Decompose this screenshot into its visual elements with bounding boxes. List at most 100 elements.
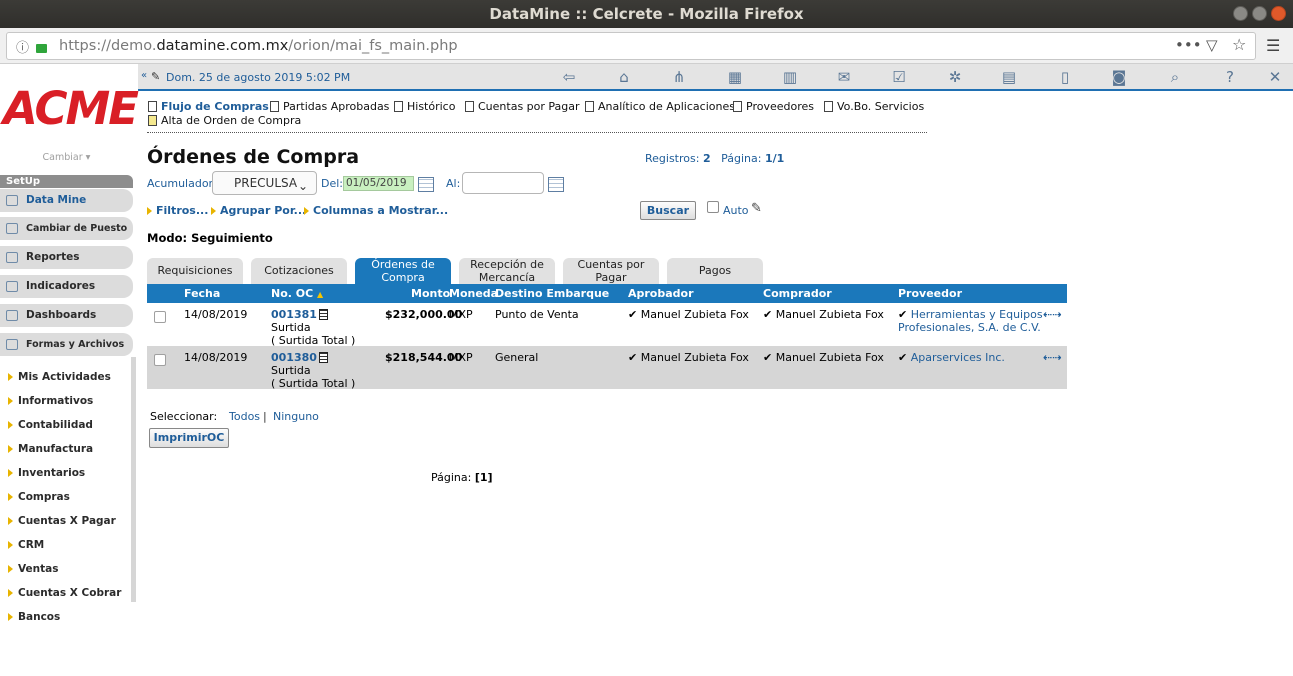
org-chart-icon[interactable]: ⋔: [670, 68, 688, 86]
proveedor-link[interactable]: Herramientas y Equipos Profesionales, S.A…: [898, 308, 1043, 334]
oc-link[interactable]: 001380: [271, 351, 317, 364]
row-checkbox[interactable]: [154, 311, 166, 323]
edit-pencil-icon[interactable]: ✎: [151, 70, 160, 83]
select-none-link[interactable]: Ninguno: [273, 410, 319, 423]
del-label: Del:: [321, 177, 343, 190]
tab-ordenes-compra[interactable]: Órdenes de Compra: [355, 258, 451, 284]
check-icon: ✔: [763, 308, 773, 321]
subnav-analitico-aplicaciones[interactable]: Analítico de Aplicaciones: [585, 100, 735, 113]
del-date-input[interactable]: 01/05/2019: [343, 176, 414, 191]
minimize-icon[interactable]: [1233, 6, 1248, 21]
subnav-historico[interactable]: Histórico: [394, 100, 455, 113]
auto-checkbox[interactable]: [707, 201, 719, 213]
move-arrows-icon[interactable]: ⇠⇢: [1043, 351, 1061, 364]
bookmark-star-icon[interactable]: ☆: [1232, 35, 1246, 54]
edit-pencil-icon[interactable]: ✎: [751, 201, 762, 216]
acumulador-select[interactable]: PRECULSA ⌄: [212, 171, 317, 195]
table-header: Fecha No. OC ▲ Monto Moneda Destino Emba…: [147, 284, 1067, 303]
checklist-icon[interactable]: ☑: [890, 68, 908, 86]
search-icon[interactable]: ⌕: [1166, 68, 1184, 86]
url-text[interactable]: https://demo.datamine.com.mx/orion/mai_f…: [59, 38, 458, 54]
sidebar-scrollbar[interactable]: [131, 357, 136, 602]
building-icon[interactable]: ▥: [781, 68, 799, 86]
menu-item-mis-actividades[interactable]: Mis Actividades: [8, 371, 111, 383]
subnav-proveedores[interactable]: Proveedores: [733, 100, 814, 113]
notes-icon[interactable]: ▯: [1056, 68, 1074, 86]
menu-item-crm[interactable]: CRM: [8, 539, 44, 551]
imprimir-oc-button[interactable]: ImprimirOC: [149, 428, 229, 448]
sidebar-button-dashboards[interactable]: Dashboards: [0, 304, 133, 327]
cell-proveedor: ✔ Herramientas y Equipos Profesionales, S…: [898, 308, 1043, 334]
menu-item-bancos[interactable]: Bancos: [8, 611, 60, 623]
url-field[interactable]: ⓘ https://demo.datamine.com.mx/orion/mai…: [6, 32, 1256, 60]
tab-cotizaciones[interactable]: Cotizaciones: [251, 258, 347, 284]
help-icon[interactable]: ?: [1221, 68, 1239, 86]
calendar-icon[interactable]: [548, 177, 564, 192]
sidebar-button-formas-archivos[interactable]: Formas y Archivos: [0, 333, 133, 356]
close-icon[interactable]: [1271, 6, 1286, 21]
pocket-icon[interactable]: ▽: [1206, 36, 1218, 54]
tab-requisiciones[interactable]: Requisiciones: [147, 258, 243, 284]
info-icon[interactable]: ⓘ: [16, 37, 29, 56]
menu-item-manufactura[interactable]: Manufactura: [8, 443, 93, 455]
select-all-link[interactable]: Todos: [229, 410, 260, 423]
column-header-proveedor[interactable]: Proveedor: [898, 287, 962, 300]
subnav-flujo-compras[interactable]: Flujo de Compras: [148, 100, 269, 113]
menu-icon[interactable]: ☰: [1266, 36, 1280, 55]
column-header-aprobador[interactable]: Aprobador: [628, 287, 694, 300]
column-header-no-oc[interactable]: No. OC ▲: [271, 287, 323, 300]
sidebar-button-indicadores[interactable]: Indicadores: [0, 275, 133, 298]
sidebar-button-reportes[interactable]: Reportes: [0, 246, 133, 269]
subnav-alta-orden-compra[interactable]: Alta de Orden de Compra: [148, 114, 301, 127]
proveedor-link[interactable]: Aparservices Inc.: [911, 351, 1005, 364]
menu-item-cuentas-x-pagar[interactable]: Cuentas X Pagar: [8, 515, 116, 527]
buscar-button[interactable]: Buscar: [640, 201, 696, 220]
menu-item-contabilidad[interactable]: Contabilidad: [8, 419, 93, 431]
menu-item-ventas[interactable]: Ventas: [8, 563, 59, 575]
settings-icon[interactable]: ✲: [946, 68, 964, 86]
maximize-icon[interactable]: [1252, 6, 1267, 21]
al-date-input[interactable]: [462, 172, 544, 194]
move-arrows-icon[interactable]: ⇠⇢: [1043, 308, 1061, 321]
subnav-partidas-aprobadas[interactable]: Partidas Aprobadas: [270, 100, 389, 113]
document-icon[interactable]: [318, 309, 328, 320]
home-icon[interactable]: ⌂: [615, 68, 633, 86]
cell-moneda: MXP: [449, 351, 473, 364]
filtros-link[interactable]: Filtros...: [147, 204, 208, 217]
column-header-comprador[interactable]: Comprador: [763, 287, 832, 300]
menu-item-inventarios[interactable]: Inventarios: [8, 467, 85, 479]
oc-link[interactable]: 001381: [271, 308, 317, 321]
cambiar-dropdown[interactable]: Cambiar ▾: [0, 152, 133, 163]
camera-icon[interactable]: ◙: [1110, 68, 1128, 86]
column-header-monto[interactable]: Monto: [411, 287, 450, 300]
row-checkbox[interactable]: [154, 354, 166, 366]
back-icon[interactable]: ⇦: [560, 68, 578, 86]
column-header-moneda[interactable]: Moneda: [449, 287, 498, 300]
tab-cuentas-por-pagar[interactable]: Cuentas por Pagar: [563, 258, 659, 284]
tab-pagos[interactable]: Pagos: [667, 258, 763, 284]
chevron-down-icon: ⌄: [297, 179, 308, 193]
menu-item-cuentas-x-cobrar[interactable]: Cuentas X Cobrar: [8, 587, 121, 599]
document-icon[interactable]: [318, 352, 328, 363]
subnav-vobo-servicios[interactable]: Vo.Bo. Servicios: [824, 100, 924, 113]
close-session-icon[interactable]: ✕: [1266, 68, 1284, 86]
column-header-fecha[interactable]: Fecha: [184, 287, 220, 300]
expand-arrow-icon: [8, 613, 13, 621]
calendar-icon[interactable]: [418, 177, 434, 192]
columnas-link[interactable]: Columnas a Mostrar...: [304, 204, 448, 217]
column-header-destino[interactable]: Destino Embarque: [495, 287, 609, 300]
subnav-cuentas-por-pagar[interactable]: Cuentas por Pagar: [465, 100, 580, 113]
printer-icon[interactable]: ▤: [1000, 68, 1018, 86]
agrupar-link[interactable]: Agrupar Por...: [211, 204, 306, 217]
expand-arrow-icon: [8, 493, 13, 501]
menu-item-compras[interactable]: Compras: [8, 491, 70, 503]
page-link[interactable]: [1]: [475, 471, 493, 484]
calendar-icon[interactable]: ▦: [726, 68, 744, 86]
menu-item-informativos[interactable]: Informativos: [8, 395, 93, 407]
sidebar-button-cambiar-puesto[interactable]: Cambiar de Puesto: [0, 217, 133, 240]
tab-recepcion-mercancia[interactable]: Recepción de Mercancía: [459, 258, 555, 284]
collapse-icon[interactable]: «: [141, 70, 147, 81]
mail-icon[interactable]: ✉: [835, 68, 853, 86]
page-actions-icon[interactable]: •••: [1175, 36, 1202, 54]
sidebar-button-data-mine[interactable]: Data Mine: [0, 189, 133, 212]
